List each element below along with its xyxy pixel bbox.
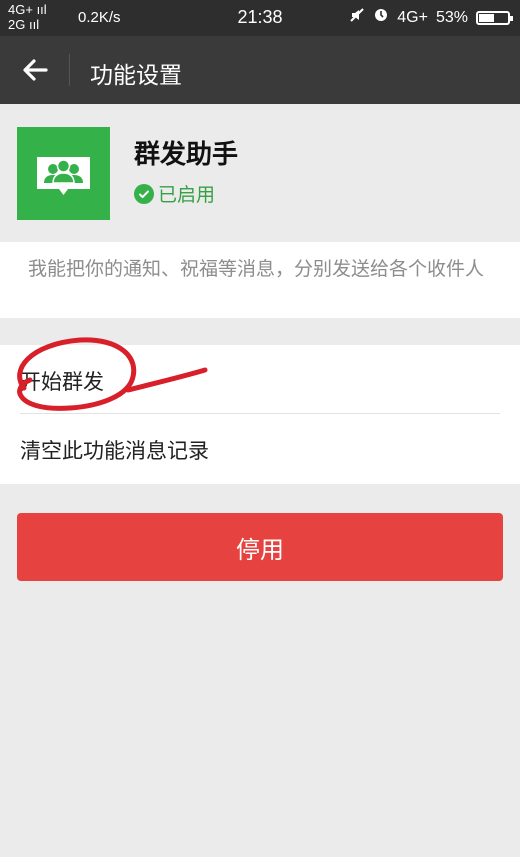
status-bar: 4G+ ııl 2G ııl 0.2K/s 21:38 4G+ 53% bbox=[0, 0, 520, 36]
back-button[interactable] bbox=[18, 53, 52, 87]
battery-percent: 53% bbox=[435, 8, 468, 26]
page-title: 功能设置 bbox=[90, 63, 182, 89]
clear-history-item[interactable]: 清空此功能消息记录 bbox=[0, 414, 520, 482]
status-right: 4G+ 53% bbox=[349, 7, 513, 28]
description-card: 我能把你的通知、祝福等消息，分别发送给各个收件人 bbox=[0, 242, 520, 318]
description-text: 我能把你的通知、祝福等消息，分别发送给各个收件人 bbox=[28, 258, 485, 280]
app-status: 已启用 bbox=[134, 180, 215, 207]
back-arrow-icon bbox=[23, 59, 48, 81]
status-label: 已启用 bbox=[158, 184, 216, 206]
title-bar: 功能设置 bbox=[0, 36, 520, 104]
action-list: 开始群发 清空此功能消息记录 bbox=[0, 345, 520, 484]
check-circle-icon bbox=[134, 183, 154, 204]
app-name: 群发助手 bbox=[134, 140, 239, 170]
battery-fill bbox=[479, 13, 494, 22]
app-header: 群发助手 已启用 bbox=[0, 104, 520, 242]
app-icon bbox=[17, 127, 110, 220]
group-chat-icon bbox=[37, 157, 90, 195]
mute-icon bbox=[349, 7, 365, 28]
clear-history-label: 清空此功能消息记录 bbox=[20, 439, 209, 463]
network-right-label: 4G+ bbox=[397, 8, 428, 26]
disable-button-label: 停用 bbox=[236, 535, 284, 564]
battery-icon bbox=[476, 10, 513, 25]
disable-button[interactable]: 停用 bbox=[17, 513, 503, 581]
alarm-icon bbox=[373, 7, 389, 28]
title-divider bbox=[69, 54, 70, 86]
start-broadcast-label: 开始群发 bbox=[20, 370, 104, 394]
start-broadcast-item[interactable]: 开始群发 bbox=[0, 345, 520, 413]
